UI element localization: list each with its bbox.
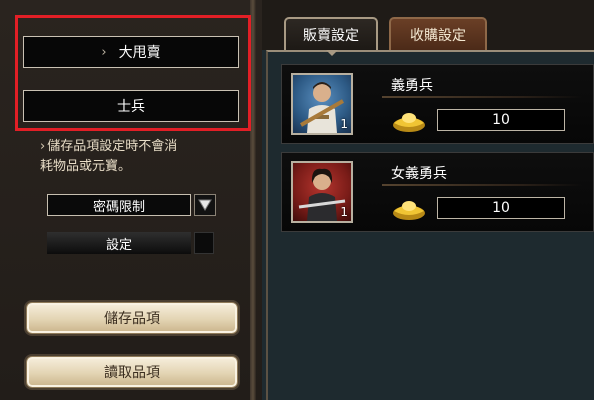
settings-field[interactable]: 設定 xyxy=(47,232,191,254)
active-tab-indicator xyxy=(326,50,338,56)
save-items-label: 儲存品項 xyxy=(104,311,160,327)
unit-count: 1 xyxy=(340,205,348,219)
unit-count: 1 xyxy=(340,117,348,131)
gold-ingot-icon xyxy=(393,113,425,132)
gold-ingot-icon xyxy=(393,201,425,220)
tab-label: 收購設定 xyxy=(410,27,466,44)
price-value: 10 xyxy=(492,112,510,128)
triangle-down-icon xyxy=(198,199,212,211)
note-line-2: 耗物品或元寶。 xyxy=(40,159,132,174)
save-items-button[interactable]: 儲存品項 xyxy=(26,302,238,334)
dropdown-button[interactable] xyxy=(194,194,216,216)
save-note: › 儲存品項設定時不會消 耗物品或元寶。 xyxy=(40,137,240,177)
password-select-label: 密碼限制 xyxy=(92,199,145,215)
divider xyxy=(382,96,582,98)
tab-label: 販賣設定 xyxy=(303,27,359,44)
price-input[interactable]: 10 xyxy=(437,197,565,219)
settings-label: 設定 xyxy=(105,237,132,253)
unit-portrait: 1 xyxy=(291,73,353,135)
note-line-1: 儲存品項設定時不會消 xyxy=(47,139,178,154)
unit-name: 義勇兵 xyxy=(391,78,433,94)
selection-highlight xyxy=(15,15,251,131)
unit-row[interactable]: 1 義勇兵 10 xyxy=(281,64,594,144)
tab-sell-settings[interactable]: 販賣設定 xyxy=(284,17,378,50)
unit-portrait: 1 xyxy=(291,161,353,223)
load-items-button[interactable]: 讀取品項 xyxy=(26,356,238,388)
unit-row[interactable]: 1 女義勇兵 10 xyxy=(281,152,594,232)
unit-name: 女義勇兵 xyxy=(391,166,447,182)
load-items-label: 讀取品項 xyxy=(104,365,160,381)
price-value: 10 xyxy=(492,200,510,216)
password-restriction-select[interactable]: 密碼限制 xyxy=(47,194,191,216)
tab-buy-settings[interactable]: 收購設定 xyxy=(389,17,487,50)
settings-checkbox[interactable] xyxy=(194,232,214,254)
note-arrow-icon: › xyxy=(40,139,46,154)
price-input[interactable]: 10 xyxy=(437,109,565,131)
divider xyxy=(382,184,582,186)
